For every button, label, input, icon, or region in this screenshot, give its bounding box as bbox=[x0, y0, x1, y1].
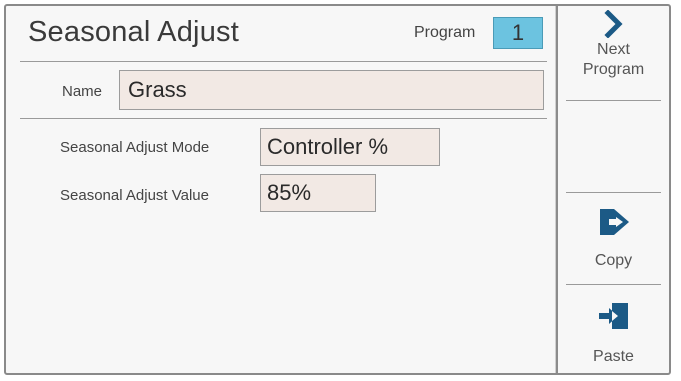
paste-icon bbox=[558, 300, 669, 332]
program-label: Program bbox=[414, 24, 476, 41]
side-divider-3 bbox=[566, 284, 661, 285]
seasonal-adjust-mode-label: Seasonal Adjust Mode bbox=[60, 139, 210, 156]
paste-button[interactable]: Paste bbox=[558, 300, 669, 373]
name-label: Name bbox=[62, 83, 103, 100]
next-program-button[interactable]: Next Program bbox=[558, 10, 669, 98]
screen-title: Seasonal Adjust bbox=[28, 16, 239, 48]
main-panel: Seasonal Adjust Program 1 Name Grass Sea… bbox=[6, 6, 555, 373]
chevron-right-icon bbox=[558, 10, 669, 38]
side-divider-1 bbox=[566, 100, 661, 101]
name-field[interactable]: Grass bbox=[119, 70, 544, 110]
side-divider-2 bbox=[566, 192, 661, 193]
seasonal-adjust-mode-field[interactable]: Controller % bbox=[260, 128, 440, 166]
copy-icon bbox=[558, 206, 669, 238]
header-divider bbox=[20, 61, 547, 62]
next-program-label-line2: Program bbox=[582, 61, 645, 78]
seasonal-adjust-value-field[interactable]: 85% bbox=[260, 174, 376, 212]
seasonal-adjust-value-label: Seasonal Adjust Value bbox=[60, 187, 209, 204]
program-number-field[interactable]: 1 bbox=[493, 17, 543, 49]
controller-screen: Seasonal Adjust Program 1 Name Grass Sea… bbox=[4, 4, 671, 375]
next-program-label-line1: Next bbox=[597, 41, 630, 58]
name-divider bbox=[20, 118, 547, 119]
paste-label: Paste bbox=[593, 348, 634, 365]
copy-label: Copy bbox=[594, 252, 633, 269]
copy-button[interactable]: Copy bbox=[558, 206, 669, 282]
side-panel: Next Program Copy Paste bbox=[558, 6, 669, 373]
